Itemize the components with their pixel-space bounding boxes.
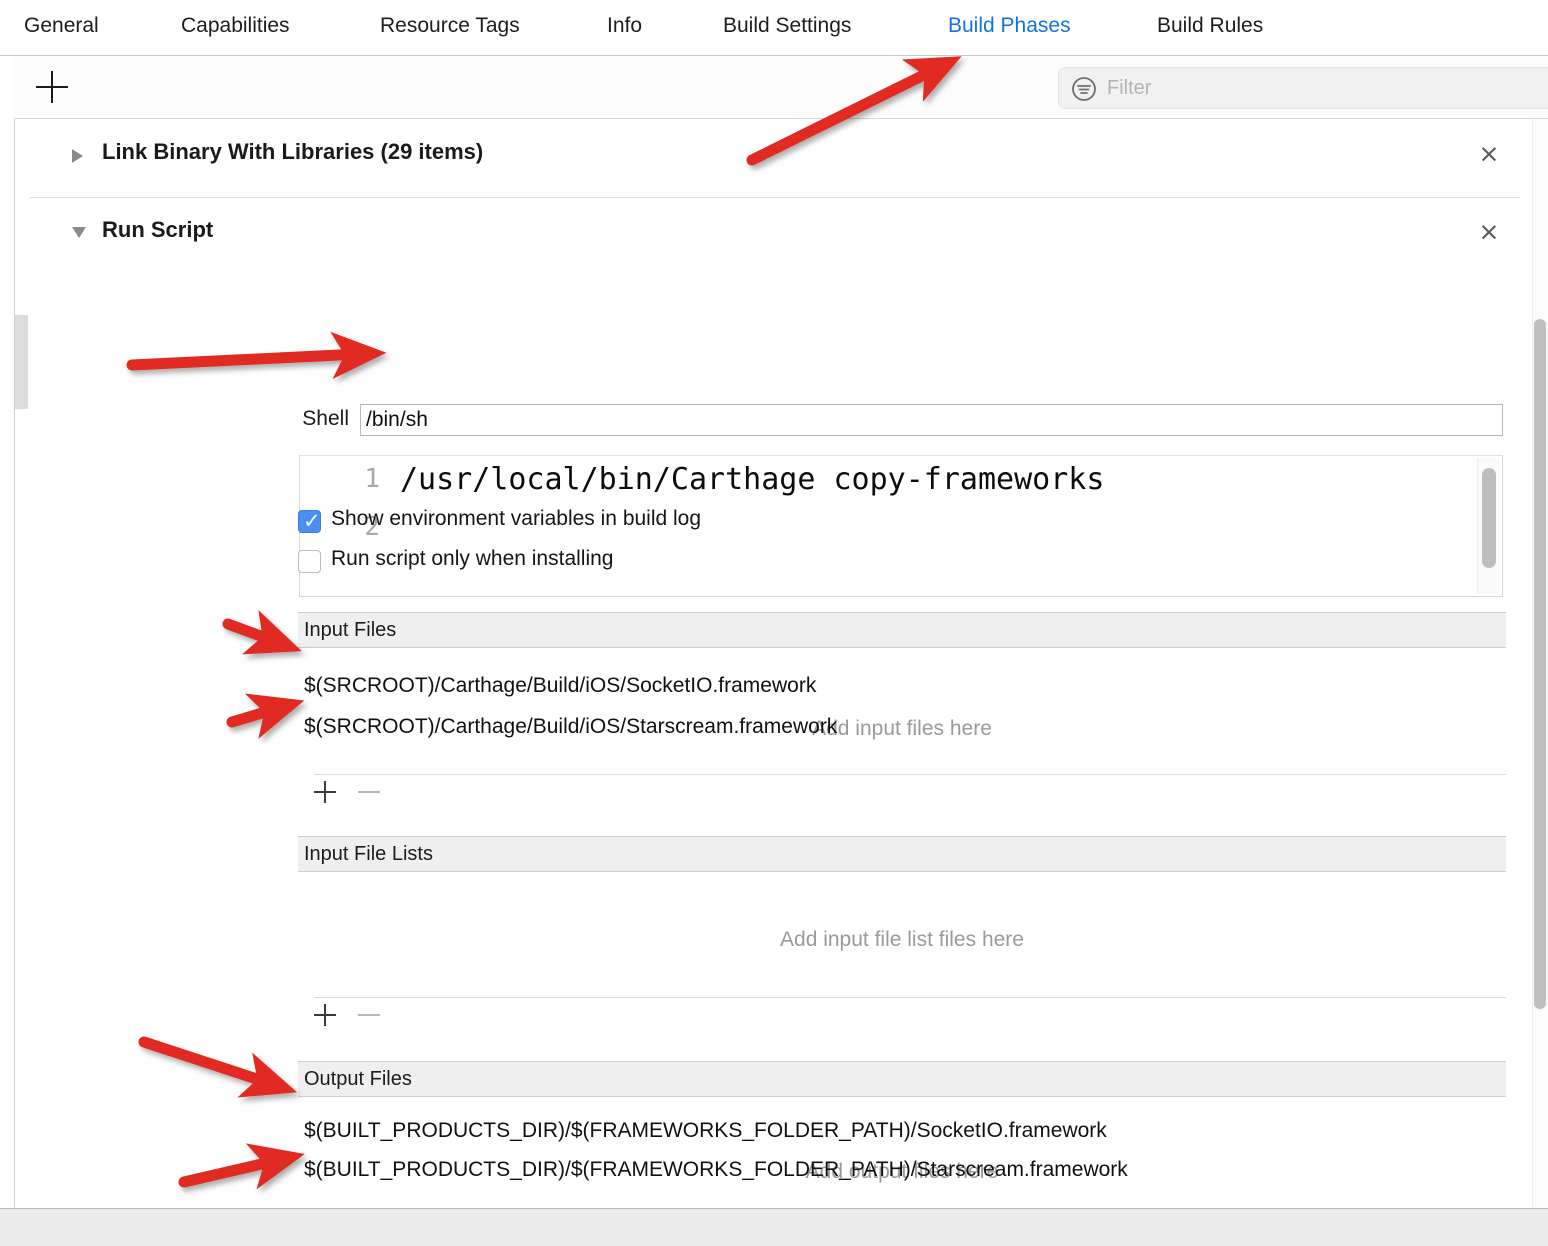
close-icon[interactable]: × [1476, 219, 1502, 245]
list-item[interactable]: $(SRCROOT)/Carthage/Build/iOS/SocketIO.f… [304, 674, 816, 698]
list-item[interactable]: $(BUILT_PRODUCTS_DIR)/$(FRAMEWORKS_FOLDE… [304, 1119, 1107, 1143]
section-body-input-file-lists[interactable]: Add input file list files here [298, 872, 1506, 998]
option-label: Show environment variables in build log [331, 507, 702, 530]
divider [314, 774, 1506, 775]
shell-input[interactable] [360, 404, 1503, 436]
tab-resource-tags[interactable]: Resource Tags [380, 14, 520, 38]
editor-scrollbar-thumb[interactable] [1482, 468, 1496, 568]
section-header-input-files: Input Files [298, 612, 1506, 648]
build-phases-panel: Link Binary With Libraries (29 items) × … [14, 119, 1534, 1208]
option-label: Run script only when installing [331, 547, 614, 570]
chevron-right-icon[interactable] [72, 149, 83, 163]
section-body-input-files[interactable]: Add input files here $(SRCROOT)/Carthage… [298, 648, 1506, 775]
section-body-output-files[interactable]: Add output files here $(BUILT_PRODUCTS_D… [298, 1097, 1506, 1207]
page-scrollbar-thumb[interactable] [1534, 319, 1546, 1009]
filter-icon [1071, 76, 1097, 102]
phase-title: Run Script [102, 217, 214, 242]
section-title: Output Files [304, 1068, 412, 1090]
divider [314, 997, 1506, 998]
add-input-file-button[interactable] [314, 781, 336, 803]
add-input-file-list-button[interactable] [314, 1004, 336, 1026]
list-item[interactable]: $(BUILT_PRODUCTS_DIR)/$(FRAMEWORKS_FOLDE… [304, 1158, 1128, 1182]
tab-build-rules[interactable]: Build Rules [1157, 14, 1263, 38]
input-file-lists-buttons [314, 1004, 394, 1032]
project-editor-tabbar: General Capabilities Resource Tags Info … [0, 0, 1548, 56]
list-item[interactable]: $(SRCROOT)/Carthage/Build/iOS/Starscream… [304, 715, 837, 739]
input-file-lists-placeholder: Add input file list files here [780, 928, 1024, 951]
xcode-build-phases-screen: General Capabilities Resource Tags Info … [0, 0, 1548, 1246]
tab-capabilities[interactable]: Capabilities [181, 14, 290, 38]
shell-label: Shell [302, 407, 349, 430]
checkbox-unchecked[interactable] [298, 550, 321, 573]
page-scrollbar-track[interactable] [1532, 119, 1548, 1208]
remove-input-file-button[interactable] [358, 791, 380, 793]
remove-input-file-list-button[interactable] [358, 1014, 380, 1016]
phase-link-binary-with-libraries[interactable]: Link Binary With Libraries (29 items) × [30, 119, 1520, 198]
phase-title: Link Binary With Libraries (29 items) [102, 139, 484, 164]
build-phases-toolbar: Filter [14, 57, 1548, 119]
bottom-status-bar [0, 1208, 1548, 1246]
input-files-buttons [314, 781, 394, 809]
script-line: /usr/local/bin/Carthage copy-frameworks [400, 462, 1105, 497]
chevron-down-icon[interactable] [72, 227, 86, 238]
section-title: Input File Lists [304, 843, 433, 865]
tab-info[interactable]: Info [607, 14, 642, 38]
filter-placeholder: Filter [1107, 77, 1152, 99]
plus-icon[interactable] [36, 71, 68, 103]
tab-general[interactable]: General [24, 14, 99, 38]
section-header-output-files: Output Files [298, 1061, 1506, 1097]
close-icon[interactable]: × [1476, 141, 1502, 167]
section-header-input-file-lists: Input File Lists [298, 836, 1506, 872]
checkbox-checked[interactable]: ✓ [298, 509, 321, 533]
filter-input[interactable]: Filter [1058, 67, 1548, 109]
panel-left-marker [15, 315, 28, 409]
tab-build-phases[interactable]: Build Phases [948, 14, 1071, 38]
section-title: Input Files [304, 619, 397, 641]
check-icon: ✓ [303, 509, 321, 533]
line-number: 1 [364, 464, 380, 494]
phase-run-script[interactable]: Run Script × [30, 197, 1520, 275]
tab-build-settings[interactable]: Build Settings [723, 14, 851, 38]
